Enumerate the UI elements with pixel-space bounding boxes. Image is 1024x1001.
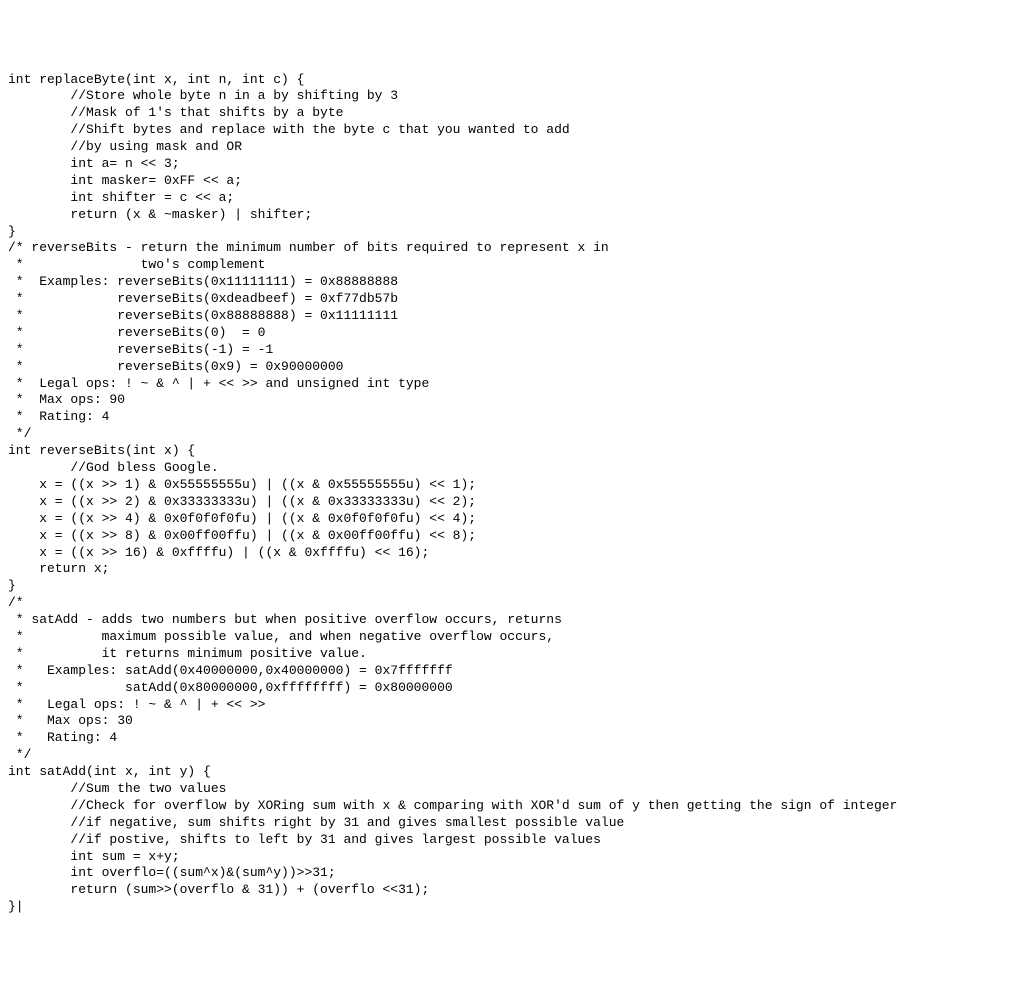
code-line: int reverseBits(int x) { [8,443,1016,460]
code-line: * satAdd(0x80000000,0xffffffff) = 0x8000… [8,680,1016,697]
code-line: * reverseBits(0x88888888) = 0x11111111 [8,308,1016,325]
code-line: //God bless Google. [8,460,1016,477]
code-line: int satAdd(int x, int y) { [8,764,1016,781]
code-line: * it returns minimum positive value. [8,646,1016,663]
code-line: //Shift bytes and replace with the byte … [8,122,1016,139]
code-line: x = ((x >> 8) & 0x00ff00ffu) | ((x & 0x0… [8,528,1016,545]
code-line: * Legal ops: ! ~ & ^ | + << >> [8,697,1016,714]
code-line: * reverseBits(0xdeadbeef) = 0xf77db57b [8,291,1016,308]
code-line: */ [8,747,1016,764]
code-line: int a= n << 3; [8,156,1016,173]
code-line: * satAdd - adds two numbers but when pos… [8,612,1016,629]
code-line: /* reverseBits - return the minimum numb… [8,240,1016,257]
code-block: int replaceByte(int x, int n, int c) { /… [8,72,1016,917]
code-line: } [8,578,1016,595]
code-line: * reverseBits(0) = 0 [8,325,1016,342]
code-line: int overflo=((sum^x)&(sum^y))>>31; [8,865,1016,882]
code-line: //if negative, sum shifts right by 31 an… [8,815,1016,832]
code-line: int shifter = c << a; [8,190,1016,207]
code-line: */ [8,426,1016,443]
code-line: //by using mask and OR [8,139,1016,156]
code-line: * Rating: 4 [8,409,1016,426]
code-line: * maximum possible value, and when negat… [8,629,1016,646]
code-line: return (sum>>(overflo & 31)) + (overflo … [8,882,1016,899]
code-line: //Store whole byte n in a by shifting by… [8,88,1016,105]
code-line: int replaceByte(int x, int n, int c) { [8,72,1016,89]
code-line: int masker= 0xFF << a; [8,173,1016,190]
code-line: return x; [8,561,1016,578]
code-line: * Rating: 4 [8,730,1016,747]
code-line: //Mask of 1's that shifts by a byte [8,105,1016,122]
code-line: * reverseBits(-1) = -1 [8,342,1016,359]
code-line: * Legal ops: ! ~ & ^ | + << >> and unsig… [8,376,1016,393]
code-line: x = ((x >> 1) & 0x55555555u) | ((x & 0x5… [8,477,1016,494]
code-line: * two's complement [8,257,1016,274]
code-line: //Check for overflow by XORing sum with … [8,798,1016,815]
code-line: * Examples: satAdd(0x40000000,0x40000000… [8,663,1016,680]
code-line: } [8,224,1016,241]
code-line: * reverseBits(0x9) = 0x90000000 [8,359,1016,376]
code-line: x = ((x >> 4) & 0x0f0f0f0fu) | ((x & 0x0… [8,511,1016,528]
code-line: //if postive, shifts to left by 31 and g… [8,832,1016,849]
code-line: /* [8,595,1016,612]
code-line: * Max ops: 30 [8,713,1016,730]
code-line: * Max ops: 90 [8,392,1016,409]
code-line: //Sum the two values [8,781,1016,798]
code-line: * Examples: reverseBits(0x11111111) = 0x… [8,274,1016,291]
code-line: int sum = x+y; [8,849,1016,866]
code-line: x = ((x >> 16) & 0xffffu) | ((x & 0xffff… [8,545,1016,562]
code-line: }| [8,899,1016,916]
code-line: x = ((x >> 2) & 0x33333333u) | ((x & 0x3… [8,494,1016,511]
code-line: return (x & ~masker) | shifter; [8,207,1016,224]
